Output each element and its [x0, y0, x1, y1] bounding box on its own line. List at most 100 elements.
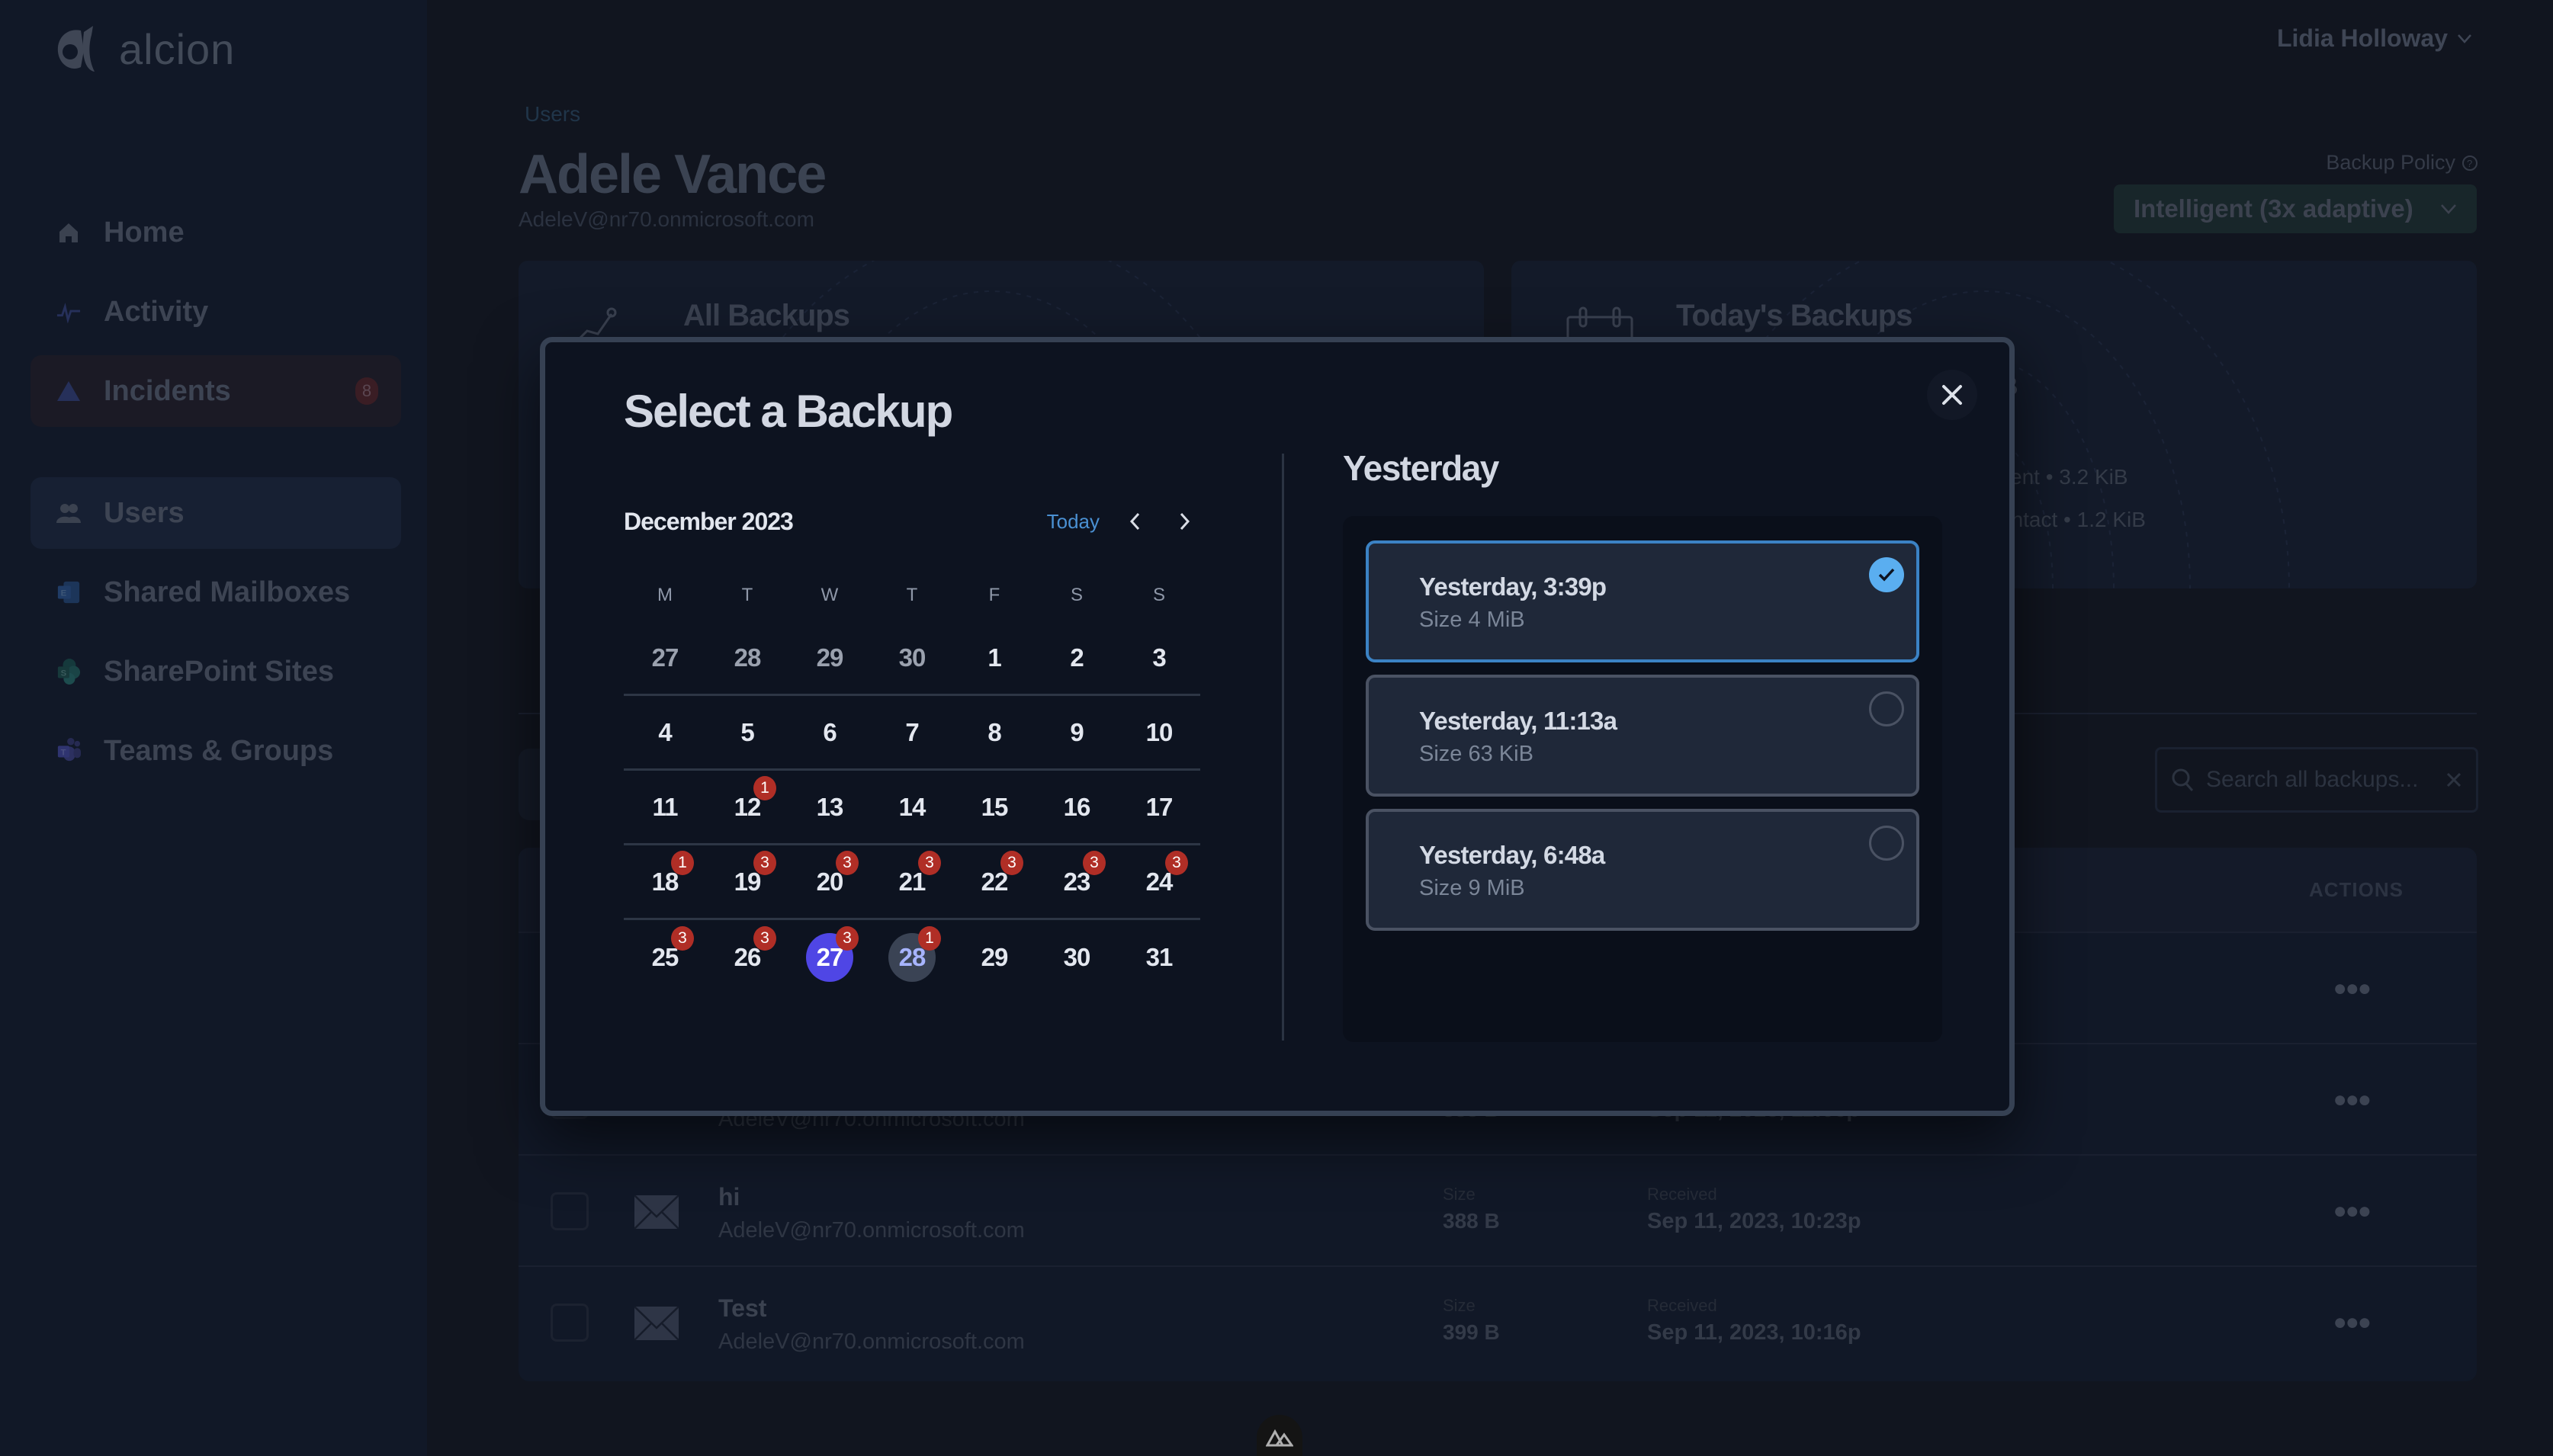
calendar-day[interactable]: 13	[788, 781, 871, 834]
sidebar-item-home[interactable]: Home	[31, 197, 401, 268]
calendar-day[interactable]: 20 3	[788, 850, 871, 909]
row-received-label: Received	[1647, 1185, 1717, 1204]
next-month-button[interactable]	[1170, 506, 1200, 537]
row-actions-button[interactable]: ●●●	[2333, 1310, 2372, 1336]
backup-count-badge: 3	[918, 850, 941, 875]
calendar-day[interactable]: 25 3	[624, 926, 706, 984]
calendar-month-label: December 2023	[624, 507, 794, 535]
calendar-day[interactable]: 23 3	[1036, 850, 1118, 909]
backup-count-badge: 3	[836, 926, 859, 951]
alcion-logo[interactable]: alcion	[53, 23, 235, 75]
backup-policy-label-text: Backup Policy	[2326, 151, 2455, 174]
calendar-day[interactable]: 16	[1036, 781, 1118, 834]
radio-circle-icon[interactable]	[1869, 691, 1904, 726]
day-number: 11	[652, 792, 679, 821]
calendar-day[interactable]: 7	[871, 706, 953, 759]
backup-policy-select[interactable]: Intelligent (3x adaptive)	[2114, 184, 2477, 233]
today-button[interactable]: Today	[1047, 510, 1100, 534]
calendar-day[interactable]: 8	[953, 706, 1036, 759]
check-circle-icon[interactable]	[1869, 557, 1904, 592]
backup-count-badge: 1	[918, 926, 941, 951]
close-modal-button[interactable]	[1927, 370, 1977, 420]
sidebar-item-activity[interactable]: Activity	[31, 276, 401, 348]
todays-backups-title: Today's Backups	[1676, 299, 1912, 332]
row-actions-button[interactable]: ●●●	[2333, 976, 2372, 1002]
calendar-day[interactable]: 30	[1036, 931, 1118, 984]
row-checkbox[interactable]	[551, 1192, 589, 1230]
calendar-day[interactable]: 3	[1118, 631, 1200, 685]
calendar-day[interactable]: 27	[624, 631, 706, 685]
activity-icon	[56, 300, 81, 324]
row-checkbox[interactable]	[551, 1304, 589, 1342]
search-input[interactable]	[2206, 767, 2433, 793]
sidebar-item-shared-mailboxes[interactable]: E Shared Mailboxes	[31, 556, 401, 628]
calendar-day[interactable]: 17	[1118, 781, 1200, 834]
calendar-week: 4 5 6 7 8 9 10	[624, 696, 1200, 771]
sidebar-item-teams-groups[interactable]: T Teams & Groups	[31, 715, 401, 787]
calendar-day[interactable]: 30	[871, 631, 953, 685]
calendar-day[interactable]: 1	[953, 631, 1036, 685]
day-number: 5	[740, 717, 754, 746]
calendar-day[interactable]: 15	[953, 781, 1036, 834]
sidebar-item-label: SharePoint Sites	[104, 655, 334, 688]
sidebar-item-label: Activity	[104, 295, 209, 328]
calendar-day-today[interactable]: 28 1	[871, 926, 953, 984]
calendar-day[interactable]: 10	[1118, 706, 1200, 759]
calendar-day[interactable]: 28	[706, 631, 788, 685]
backup-list-title: Yesterday	[1343, 448, 1499, 488]
user-menu[interactable]: Lidia Holloway	[2277, 24, 2472, 53]
calendar-day[interactable]: 4	[624, 706, 706, 759]
calendar-day[interactable]: 11	[624, 781, 706, 834]
sidebar-item-incidents[interactable]: Incidents 8	[31, 355, 401, 427]
table-row[interactable]: hi AdeleV@nr70.onmicrosoft.com Size 388 …	[519, 1156, 2477, 1267]
sidebar-item-sharepoint-sites[interactable]: S SharePoint Sites	[31, 636, 401, 707]
teams-icon: T	[56, 738, 81, 763]
table-row[interactable]: Test AdeleV@nr70.onmicrosoft.com Size 39…	[519, 1267, 2477, 1378]
sidebar-item-users[interactable]: Users	[31, 477, 401, 549]
day-number: 4	[658, 717, 672, 746]
weekday-label: F	[988, 585, 1000, 605]
row-size-label: Size	[1443, 1185, 1476, 1204]
calendar-day[interactable]: 21 3	[871, 850, 953, 909]
calendar-day[interactable]: 9	[1036, 706, 1118, 759]
backup-option[interactable]: Yesterday, 11:13a Size 63 KiB	[1366, 675, 1919, 797]
backup-time: Yesterday, 11:13a	[1419, 707, 1617, 735]
help-icon[interactable]: ?	[2461, 155, 2478, 172]
calendar-day[interactable]: 24 3	[1118, 850, 1200, 909]
calendar-day[interactable]: 12 1	[706, 775, 788, 834]
calendar-day[interactable]: 29	[788, 631, 871, 685]
previous-month-button[interactable]	[1119, 506, 1150, 537]
page-email: AdeleV@nr70.onmicrosoft.com	[519, 207, 814, 231]
calendar-day[interactable]: 5	[706, 706, 788, 759]
nuxt-devtools-button[interactable]	[1257, 1415, 1302, 1456]
alcion-logo-icon	[57, 26, 95, 72]
calendar-day[interactable]: 2	[1036, 631, 1118, 685]
calendar-day[interactable]: 26 3	[706, 926, 788, 984]
calendar-day[interactable]: 29	[953, 931, 1036, 984]
envelope-icon	[634, 1307, 679, 1340]
calendar-header: December 2023 Today	[624, 495, 1200, 548]
calendar-day[interactable]: 18 1	[624, 850, 706, 909]
sidebar-item-label: Incidents	[104, 374, 231, 407]
backup-list-panel: Yesterday Yesterday, 3:39p Size 4 MiB Ye…	[1343, 447, 1942, 1042]
backup-option[interactable]: Yesterday, 6:48a Size 9 MiB	[1366, 809, 1919, 931]
chevron-down-icon	[2441, 204, 2456, 214]
backup-count-badge: 3	[1083, 850, 1106, 875]
calendar-day[interactable]: 19 3	[706, 850, 788, 909]
calendar-day[interactable]: 31	[1118, 931, 1200, 984]
calendar-day[interactable]: 22 3	[953, 850, 1036, 909]
backup-option[interactable]: Yesterday, 3:39p Size 4 MiB	[1366, 540, 1919, 662]
clear-search-icon[interactable]	[2445, 771, 2462, 788]
day-number: 8	[987, 717, 1001, 746]
row-actions-button[interactable]: ●●●	[2333, 1087, 2372, 1113]
weekday-label: S	[1152, 585, 1165, 605]
calendar-week: 25 3 26 3 27 3 28 1 29 30 31	[624, 920, 1200, 995]
radio-circle-icon[interactable]	[1869, 826, 1904, 861]
row-received: Sep 11, 2023, 10:23p	[1647, 1209, 1861, 1233]
calendar-day[interactable]: 6	[788, 706, 871, 759]
nav-primary: Home Activity Incidents 8	[31, 197, 401, 435]
row-actions-button[interactable]: ●●●	[2333, 1198, 2372, 1224]
calendar-day[interactable]: 14	[871, 781, 953, 834]
breadcrumb-users[interactable]: Users	[525, 102, 580, 127]
calendar-day-selected[interactable]: 27 3	[788, 926, 871, 984]
